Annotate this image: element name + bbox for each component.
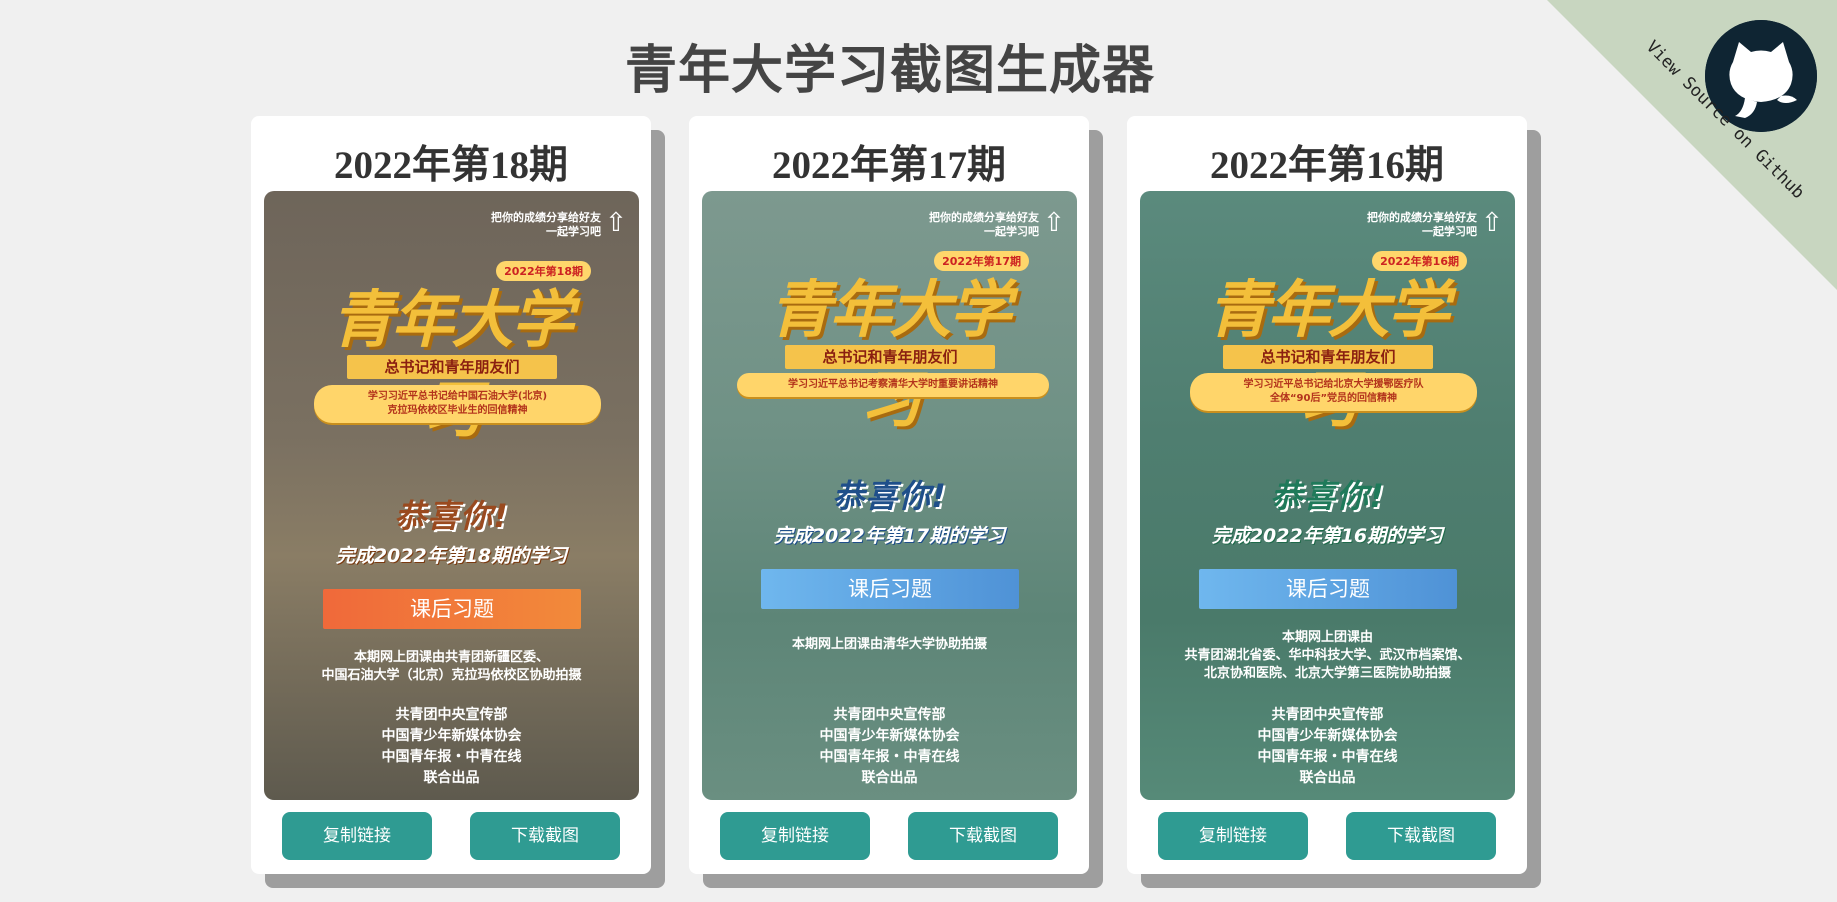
issue-tag: 2022年第18期 <box>496 261 591 281</box>
credit-line: 中国石油大学（北京）克拉玛依校区协助拍摄 <box>321 668 582 683</box>
card-list: 2022年第18期 把你的成绩分享给好友 一起学习吧 ⇧ 青年大学习 2022年… <box>251 116 1541 888</box>
issue-tag: 2022年第17期 <box>934 251 1029 271</box>
org-line: 中国青年报・中青在线 <box>381 749 522 765</box>
card-title: 2022年第16期 <box>1209 144 1444 187</box>
complete-text: 完成2022年第17期的学习 <box>773 525 1006 547</box>
topic-pill: 学习习近平总书记给中国石油大学(北京) 克拉玛依校区毕业生的回信精神 <box>314 385 601 423</box>
logo: 青年大学习 2022年第16期 <box>1180 251 1475 436</box>
share-arrow-icon: ⇧ <box>1481 208 1503 238</box>
page: 青年大学习截图生成器 View Source on Github 2022年第1… <box>0 0 1837 902</box>
card-issue-17: 2022年第17期 把你的成绩分享给好友 一起学习吧 ⇧ 青年大学习 2022年… <box>689 116 1103 888</box>
subtitle-bar: 总书记和青年朋友们 <box>1223 345 1433 369</box>
credit-line: 本期网上团课由共青团新疆区委、 <box>353 650 549 665</box>
org-line: 中国青年报・中青在线 <box>819 749 960 765</box>
copy-link-button[interactable]: 复制链接 <box>720 812 870 860</box>
complete-text: 完成2022年第18期的学习 <box>335 545 568 567</box>
download-screenshot-button[interactable]: 下载截图 <box>908 812 1058 860</box>
download-screenshot-button[interactable]: 下载截图 <box>470 812 620 860</box>
topic-line: 学习习近平总书记给中国石油大学(北京) <box>367 391 548 402</box>
subtitle-bar: 总书记和青年朋友们 <box>785 345 995 369</box>
logo: 青年大学习 2022年第17期 <box>742 251 1037 436</box>
credit-text: 本期网上团课由 共青团湖北省委、华中科技大学、武汉市档案馆、 北京协和医院、北京… <box>1140 629 1515 683</box>
share-hint-line: 把你的成绩分享给好友 <box>929 211 1039 224</box>
share-hint-line: 一起学习吧 <box>984 225 1039 238</box>
share-arrow-icon: ⇧ <box>1043 208 1065 238</box>
share-hint-line: 一起学习吧 <box>546 225 601 238</box>
share-hint: 把你的成绩分享给好友 一起学习吧 <box>929 211 1039 239</box>
card-actions: 复制链接 下载截图 <box>720 812 1058 860</box>
share-hint: 把你的成绩分享给好友 一起学习吧 <box>1367 211 1477 239</box>
github-corner-link[interactable]: View Source on Github <box>1547 0 1837 290</box>
credit-line: 本期网上团课由清华大学协助拍摄 <box>791 637 987 652</box>
copy-link-button[interactable]: 复制链接 <box>282 812 432 860</box>
topic-line: 全体“90后”党员的回信精神 <box>1269 393 1398 404</box>
org-line: 中国青少年新媒体协会 <box>1257 728 1398 744</box>
share-hint: 把你的成绩分享给好友 一起学习吧 <box>491 211 601 239</box>
congrats-text: 恭喜你! <box>1270 477 1385 515</box>
congrats-text: 恭喜你! <box>394 497 509 535</box>
topic-line: 学习习近平总书记给北京大学援鄂医疗队 <box>1243 379 1424 390</box>
org-credits: 共青团中央宣传部 中国青少年新媒体协会 中国青年报・中青在线 联合出品 <box>702 705 1077 789</box>
share-hint-line: 把你的成绩分享给好友 <box>491 211 601 224</box>
exercise-button[interactable]: 课后习题 <box>323 589 581 629</box>
copy-link-button[interactable]: 复制链接 <box>1158 812 1308 860</box>
org-line: 联合出品 <box>423 770 480 786</box>
org-line: 联合出品 <box>861 770 918 786</box>
complete-text: 完成2022年第16期的学习 <box>1211 525 1444 547</box>
card-issue-18: 2022年第18期 把你的成绩分享给好友 一起学习吧 ⇧ 青年大学习 2022年… <box>251 116 665 888</box>
share-arrow-icon: ⇧ <box>605 208 627 238</box>
card-actions: 复制链接 下载截图 <box>1158 812 1496 860</box>
share-hint-line: 一起学习吧 <box>1422 225 1477 238</box>
screenshot-poster: 把你的成绩分享给好友 一起学习吧 ⇧ 青年大学习 2022年第17期 总书记和青… <box>702 191 1077 800</box>
card-title: 2022年第17期 <box>771 144 1006 187</box>
card-title: 2022年第18期 <box>333 144 568 187</box>
page-title: 青年大学习截图生成器 <box>624 41 1155 101</box>
topic-pill: 学习习近平总书记考察清华大学时重要讲话精神 <box>737 373 1049 397</box>
card-actions: 复制链接 下载截图 <box>282 812 620 860</box>
issue-tag: 2022年第16期 <box>1372 251 1467 271</box>
credit-text: 本期网上团课由共青团新疆区委、 中国石油大学（北京）克拉玛依校区协助拍摄 <box>264 649 639 685</box>
screenshot-poster: 把你的成绩分享给好友 一起学习吧 ⇧ 青年大学习 2022年第16期 总书记和青… <box>1140 191 1515 800</box>
congrats-text: 恭喜你! <box>832 477 947 515</box>
org-credits: 共青团中央宣传部 中国青少年新媒体协会 中国青年报・中青在线 联合出品 <box>264 705 639 789</box>
org-line: 中国青少年新媒体协会 <box>381 728 522 744</box>
org-line: 中国青少年新媒体协会 <box>819 728 960 744</box>
credit-text: 本期网上团课由清华大学协助拍摄 <box>702 636 1077 654</box>
card-issue-16: 2022年第16期 把你的成绩分享给好友 一起学习吧 ⇧ 青年大学习 2022年… <box>1127 116 1541 888</box>
share-hint-line: 把你的成绩分享给好友 <box>1367 211 1477 224</box>
credit-line: 北京协和医院、北京大学第三医院协助拍摄 <box>1203 666 1451 681</box>
card-body: 2022年第17期 把你的成绩分享给好友 一起学习吧 ⇧ 青年大学习 2022年… <box>689 116 1089 874</box>
org-line: 共青团中央宣传部 <box>1271 707 1384 723</box>
topic-pill: 学习习近平总书记给北京大学援鄂医疗队 全体“90后”党员的回信精神 <box>1190 373 1477 411</box>
org-line: 共青团中央宣传部 <box>833 707 946 723</box>
credit-line: 共青团湖北省委、华中科技大学、武汉市档案馆、 <box>1184 648 1471 663</box>
org-line: 联合出品 <box>1299 770 1356 786</box>
topic-line: 学习习近平总书记考察清华大学时重要讲话精神 <box>788 379 998 390</box>
org-credits: 共青团中央宣传部 中国青少年新媒体协会 中国青年报・中青在线 联合出品 <box>1140 705 1515 789</box>
org-line: 共青团中央宣传部 <box>395 707 508 723</box>
subtitle-bar: 总书记和青年朋友们 <box>347 355 557 379</box>
card-body: 2022年第16期 把你的成绩分享给好友 一起学习吧 ⇧ 青年大学习 2022年… <box>1127 116 1527 874</box>
card-body: 2022年第18期 把你的成绩分享给好友 一起学习吧 ⇧ 青年大学习 2022年… <box>251 116 651 874</box>
exercise-button[interactable]: 课后习题 <box>761 569 1019 609</box>
logo: 青年大学习 2022年第18期 <box>304 261 599 446</box>
credit-line: 本期网上团课由 <box>1281 630 1373 645</box>
org-line: 中国青年报・中青在线 <box>1257 749 1398 765</box>
topic-line: 克拉玛依校区毕业生的回信精神 <box>387 405 528 416</box>
screenshot-poster: 把你的成绩分享给好友 一起学习吧 ⇧ 青年大学习 2022年第18期 总书记和青… <box>264 191 639 800</box>
download-screenshot-button[interactable]: 下载截图 <box>1346 812 1496 860</box>
exercise-button[interactable]: 课后习题 <box>1199 569 1457 609</box>
